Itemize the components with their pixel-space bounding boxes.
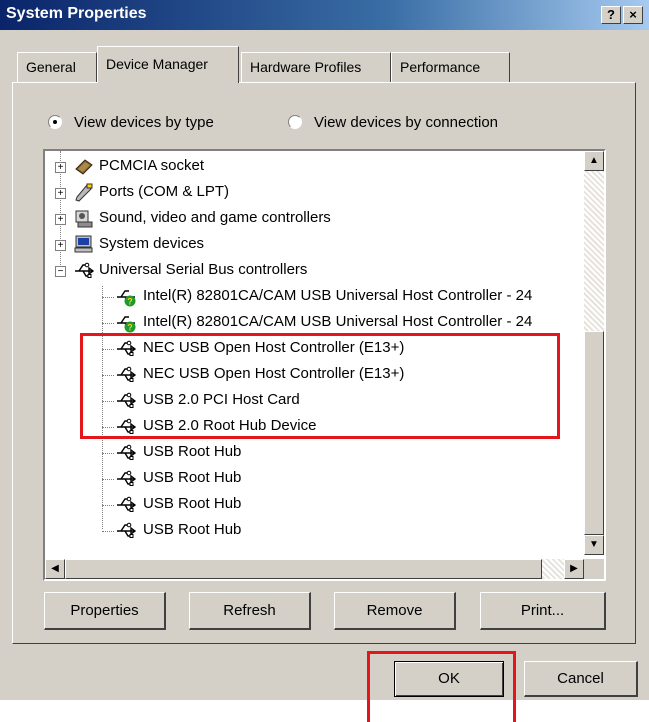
window-title: System Properties <box>6 5 147 22</box>
view-by-connection-option[interactable]: View devices by connection <box>288 110 498 134</box>
vertical-scroll-thumb[interactable] <box>584 331 604 535</box>
tree-item-label: Ports (COM & LPT) <box>99 183 230 200</box>
tab-general[interactable]: General <box>17 52 97 82</box>
collapse-icon[interactable]: − <box>55 266 66 277</box>
bottom-strip <box>0 700 649 722</box>
computer-icon <box>74 235 93 253</box>
help-button[interactable]: ? <box>601 6 621 24</box>
title-bar[interactable]: System Properties ? × <box>0 0 649 30</box>
close-button[interactable]: × <box>623 6 643 24</box>
ok-button[interactable]: OK <box>394 661 504 697</box>
tab-performance[interactable]: Performance <box>391 52 510 82</box>
remove-button[interactable]: Remove <box>334 592 456 630</box>
expand-icon[interactable]: + <box>55 188 66 199</box>
usb-warning-icon: ? <box>117 290 136 307</box>
expand-icon[interactable]: + <box>55 162 66 173</box>
usb-icon <box>117 444 137 460</box>
tree-item-label: USB 2.0 Root Hub Device <box>143 417 317 434</box>
scroll-up-button[interactable]: ▲ <box>584 151 604 171</box>
pcmcia-icon <box>75 159 93 175</box>
tree-item-label: USB Root Hub <box>143 495 242 512</box>
usb-icon <box>117 470 137 486</box>
horizontal-scroll-thumb[interactable] <box>65 559 542 579</box>
radio-unselected[interactable] <box>288 115 302 129</box>
tree-item-label: Sound, video and game controllers <box>99 209 331 226</box>
tree-line <box>102 505 114 506</box>
scroll-left-button[interactable]: ◀ <box>45 559 65 579</box>
svg-text:?: ? <box>127 297 133 307</box>
tab-hardware-profiles[interactable]: Hardware Profiles <box>241 52 391 82</box>
tree-line <box>102 375 114 376</box>
usb-icon <box>75 262 95 278</box>
tree-line <box>102 531 114 532</box>
svg-text:?: ? <box>127 323 133 333</box>
tree-line <box>102 453 114 454</box>
vertical-scrollbar[interactable]: ▲ ▼ <box>584 151 604 555</box>
usb-icon <box>117 522 137 538</box>
view-by-type-label: View devices by type <box>74 113 214 131</box>
tree-line <box>102 297 114 298</box>
tree-line <box>102 427 114 428</box>
system-properties-window: System Properties ? × General Device Man… <box>0 0 649 722</box>
properties-button[interactable]: Properties <box>44 592 166 630</box>
tree-item-label: NEC USB Open Host Controller (E13+) <box>143 365 405 382</box>
tab-device-manager[interactable]: Device Manager <box>97 46 239 83</box>
scroll-corner <box>584 559 604 579</box>
usb-icon <box>117 496 137 512</box>
tree-line <box>102 349 114 350</box>
expand-icon[interactable]: + <box>55 214 66 225</box>
device-tree[interactable]: + PCMCIA socket + Ports (COM & LPT) + So… <box>43 149 606 581</box>
usb-icon <box>117 392 137 408</box>
refresh-button[interactable]: Refresh <box>189 592 311 630</box>
tree-item-label: USB Root Hub <box>143 521 242 538</box>
tree-item-label: PCMCIA socket <box>99 157 205 174</box>
usb-icon <box>117 418 137 434</box>
tree-line <box>102 401 114 402</box>
tree-item-label: System devices <box>99 235 205 252</box>
view-by-type-option[interactable]: View devices by type <box>48 110 214 134</box>
tree-item-label: Intel(R) 82801CA/CAM USB Universal Host … <box>143 313 533 330</box>
usb-icon <box>117 366 137 382</box>
tree-line <box>102 479 114 480</box>
usb-warning-icon: ? <box>117 316 136 333</box>
tree-line <box>102 323 114 324</box>
print-button[interactable]: Print... <box>480 592 606 630</box>
usb-icon <box>117 340 137 356</box>
tree-item-label: NEC USB Open Host Controller (E13+) <box>143 339 405 356</box>
tree-item-label: USB Root Hub <box>143 443 242 460</box>
sound-icon <box>75 210 93 228</box>
radio-selected[interactable] <box>48 115 62 129</box>
scroll-right-button[interactable]: ▶ <box>564 559 584 579</box>
scroll-down-button[interactable]: ▼ <box>584 535 604 555</box>
tree-item-label: Universal Serial Bus controllers <box>99 261 308 278</box>
port-icon <box>75 183 93 202</box>
tree-item-label: USB 2.0 PCI Host Card <box>143 391 300 408</box>
tree-item-label: USB Root Hub <box>143 469 242 486</box>
expand-icon[interactable]: + <box>55 240 66 251</box>
cancel-button[interactable]: Cancel <box>524 661 638 697</box>
view-by-connection-label: View devices by connection <box>314 113 498 131</box>
horizontal-scrollbar[interactable]: ◀ ▶ <box>45 559 584 579</box>
tree-item-label: Intel(R) 82801CA/CAM USB Universal Host … <box>143 287 533 304</box>
